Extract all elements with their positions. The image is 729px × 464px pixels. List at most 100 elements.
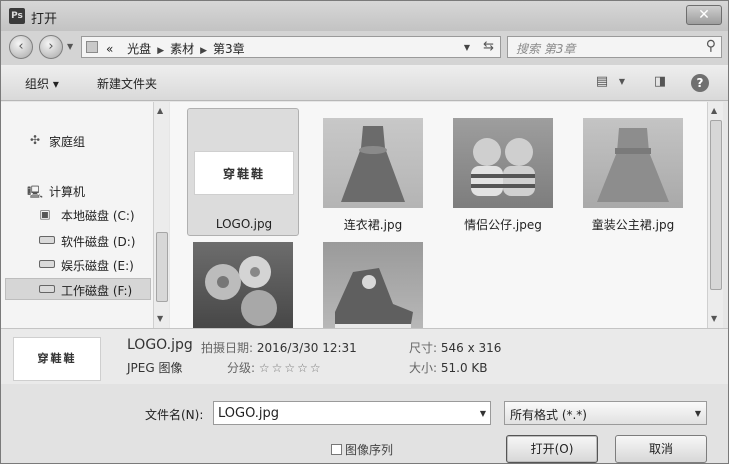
scroll-up-icon[interactable]: ▲ <box>157 106 163 115</box>
title-bar: Ps 打开 ✕ <box>1 1 728 31</box>
folder-icon <box>86 41 98 53</box>
computer-icon: 🖳 <box>27 185 44 199</box>
details-size: 大小: 51.0 KB <box>409 359 488 376</box>
rating-stars-icon[interactable]: ☆☆☆☆☆ <box>259 361 323 375</box>
open-button[interactable]: 打开(O) <box>506 435 598 463</box>
address-dropdown-icon[interactable]: ▼ <box>464 43 470 52</box>
details-date-value: 2016/3/30 12:31 <box>256 341 357 355</box>
homegroup-icon: ✣ <box>29 133 41 147</box>
forward-arrow-icon: › <box>48 39 54 54</box>
filetype-value: 所有格式 (*.*) <box>510 408 587 422</box>
nav-item-drive-c[interactable]: ▣ 本地磁盘 (C:) <box>1 204 151 226</box>
scroll-down-icon[interactable]: ▼ <box>711 314 717 323</box>
breadcrumb-item-disc[interactable]: 光盘 <box>127 42 151 56</box>
file-name: LOGO.jpg <box>215 217 273 231</box>
details-dimensions-label: 尺寸: <box>409 341 438 355</box>
file-tile-princess-dress[interactable]: 童装公主裙.jpg <box>577 108 689 236</box>
dialog-footer: 文件名(N): LOGO.jpg ▼ 所有格式 (*.*) ▼ 图像序列 打开(… <box>1 384 728 463</box>
help-icon[interactable]: ? <box>691 74 709 92</box>
nav-item-label: 本地磁盘 (C:) <box>61 209 135 223</box>
drive-icon <box>39 285 55 293</box>
details-file-name: LOGO.jpg <box>127 337 193 353</box>
preview-pane-icon[interactable]: ◨ <box>651 73 669 91</box>
open-dialog: Ps 打开 ✕ ‹ › ▼ « 光盘 ▶ 素材 ▶ 第3章 ▼ ⇆ 搜索 第3章 ⚲ 组… <box>0 0 729 464</box>
nav-item-drive-f[interactable]: 工作磁盘 (F:) <box>5 278 151 300</box>
new-folder-button[interactable]: 新建文件夹 <box>97 75 157 92</box>
dolls-image <box>471 138 535 196</box>
nav-scrollbar[interactable]: ▲ ▼ <box>153 102 169 328</box>
filename-input[interactable]: LOGO.jpg ▼ <box>213 401 491 425</box>
file-thumbnail <box>323 242 423 328</box>
dress-image <box>341 126 405 202</box>
image-sequence-checkbox[interactable]: 图像序列 <box>331 441 393 458</box>
address-bar[interactable]: « 光盘 ▶ 素材 ▶ 第3章 ▼ ⇆ <box>81 36 501 58</box>
breadcrumb-separator-icon[interactable]: ▶ <box>157 46 164 56</box>
back-button[interactable]: ‹ <box>9 35 33 59</box>
refresh-icon[interactable]: ⇆ <box>483 39 494 54</box>
details-size-label: 大小: <box>409 361 438 375</box>
search-placeholder: 搜索 第3章 <box>516 42 576 56</box>
file-tile-dolls[interactable]: 情侣公仔.jpeg <box>447 108 559 236</box>
file-list-scrollbar[interactable]: ▲ ▼ <box>707 102 723 328</box>
navigation-pane: ✣ 家庭组 🖳 计算机 ▣ 本地磁盘 (C:) 软件磁盘 (D:) 娱乐磁盘 (… <box>1 102 153 328</box>
window-title: 打开 <box>31 12 58 27</box>
nav-scroll-thumb[interactable] <box>156 232 168 302</box>
nav-item-label: 娱乐磁盘 (E:) <box>61 259 134 273</box>
filetype-select[interactable]: 所有格式 (*.*) ▼ <box>504 401 707 425</box>
drive-icon <box>39 236 55 244</box>
file-tile-dress[interactable]: 连衣裙.jpg <box>317 108 429 236</box>
details-file-type: JPEG 图像 <box>127 361 183 375</box>
forward-button[interactable]: › <box>39 35 63 59</box>
filename-label: 文件名(N): <box>145 408 204 422</box>
address-row: ‹ › ▼ « 光盘 ▶ 素材 ▶ 第3章 ▼ ⇆ 搜索 第3章 ⚲ <box>1 31 728 65</box>
breadcrumb-item-chapter[interactable]: 第3章 <box>213 42 245 56</box>
search-input[interactable]: 搜索 第3章 ⚲ <box>507 36 722 58</box>
recent-locations-dropdown[interactable]: ▼ <box>67 42 73 51</box>
search-icon[interactable]: ⚲ <box>706 38 716 54</box>
details-dimensions: 尺寸: 546 x 316 <box>409 339 501 356</box>
details-date-label: 拍摄日期: <box>201 341 254 355</box>
scroll-down-icon[interactable]: ▼ <box>157 314 163 323</box>
file-thumbnail <box>323 118 423 208</box>
toolbar: 组织 ▾ 新建文件夹 ▤ ▼ ◨ ? <box>1 65 728 101</box>
nav-item-drive-e[interactable]: 娱乐磁盘 (E:) <box>1 254 151 276</box>
photoshop-app-icon: Ps <box>9 8 25 24</box>
file-tile-roses[interactable] <box>187 238 299 328</box>
file-name: 童装公主裙.jpg <box>591 218 675 232</box>
scroll-up-icon[interactable]: ▲ <box>711 106 717 115</box>
view-dropdown-icon[interactable]: ▼ <box>613 73 631 91</box>
close-button[interactable]: ✕ <box>686 5 722 25</box>
cancel-button[interactable]: 取消 <box>615 435 707 463</box>
princess-dress-image <box>597 128 669 202</box>
checkbox-box[interactable] <box>331 444 342 455</box>
sneakers-image <box>335 268 413 328</box>
view-options-icon[interactable]: ▤ <box>593 73 611 91</box>
breadcrumb: « 光盘 ▶ 素材 ▶ 第3章 <box>106 40 245 57</box>
nav-item-drive-d[interactable]: 软件磁盘 (D:) <box>1 230 151 252</box>
details-pane: 穿鞋鞋 LOGO.jpg JPEG 图像 拍摄日期: 2016/3/30 12:… <box>1 328 728 384</box>
file-thumbnail: 穿鞋鞋 <box>194 119 294 209</box>
nav-item-label: 计算机 <box>49 185 86 199</box>
file-list: 穿鞋鞋 LOGO.jpg 连衣裙.jpg 情侣公仔.jpeg 童装公主裙.jpg <box>170 102 707 328</box>
file-list-scroll-thumb[interactable] <box>710 120 722 290</box>
file-thumbnail <box>583 118 683 208</box>
breadcrumb-overflow[interactable]: « <box>106 42 113 56</box>
details-rating-label: 分级: <box>227 361 256 375</box>
nav-item-computer[interactable]: 🖳 计算机 <box>1 180 151 202</box>
breadcrumb-separator-icon[interactable]: ▶ <box>200 46 207 56</box>
details-date: 拍摄日期: 2016/3/30 12:31 <box>201 339 357 356</box>
nav-item-label: 工作磁盘 (F:) <box>61 284 133 298</box>
nav-item-label: 家庭组 <box>49 135 86 149</box>
nav-item-homegroup[interactable]: ✣ 家庭组 <box>1 130 151 152</box>
file-tile-logo[interactable]: 穿鞋鞋 LOGO.jpg <box>187 108 299 236</box>
organize-menu[interactable]: 组织 ▾ <box>25 75 59 92</box>
breadcrumb-item-material[interactable]: 素材 <box>170 42 194 56</box>
filename-dropdown-icon[interactable]: ▼ <box>480 409 486 418</box>
image-sequence-label: 图像序列 <box>345 443 394 457</box>
file-name: 连衣裙.jpg <box>343 218 403 232</box>
details-dimensions-value: 546 x 316 <box>440 341 502 355</box>
roses-image <box>205 256 277 326</box>
close-icon: ✕ <box>698 7 710 23</box>
file-thumbnail <box>193 242 293 328</box>
file-tile-sneakers[interactable] <box>317 238 429 328</box>
